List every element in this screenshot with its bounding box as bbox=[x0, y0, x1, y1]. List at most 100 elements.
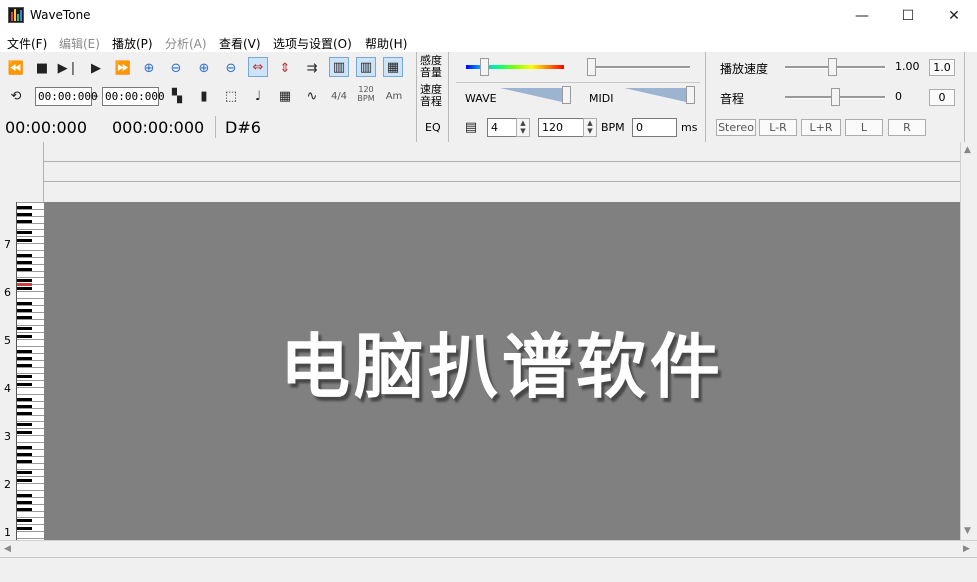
meter-button[interactable]: 4/4 bbox=[329, 86, 349, 106]
menu-analysis[interactable]: 分析(A) bbox=[165, 35, 207, 52]
black-key[interactable] bbox=[17, 431, 32, 434]
minimize-button[interactable]: — bbox=[839, 0, 885, 32]
timeline-ruler[interactable] bbox=[44, 142, 960, 202]
channel-l-plus-r-button[interactable]: L+R bbox=[801, 119, 841, 136]
menu-help[interactable]: 帮助(H) bbox=[365, 35, 407, 52]
close-button[interactable]: ✕ bbox=[931, 0, 977, 32]
fit-width-button[interactable]: ⇔ bbox=[248, 57, 268, 77]
horizontal-scrollbar[interactable]: ◀ ▶ bbox=[0, 540, 977, 557]
tab-sensitivity-volume[interactable]: 感度 音量 bbox=[420, 55, 446, 79]
channel-r-button[interactable]: R bbox=[888, 119, 926, 136]
piano-keys[interactable] bbox=[16, 202, 44, 540]
loop-button[interactable]: ⟲ bbox=[6, 86, 26, 106]
loop-start-time-input[interactable]: 00:00:000 bbox=[35, 87, 98, 106]
play-button[interactable]: ▶ bbox=[86, 58, 106, 78]
zoom-in-vertical-button[interactable]: ⊕ bbox=[194, 58, 214, 78]
zoom-in-vertical-icon: ⊕ bbox=[198, 60, 210, 76]
piano-keyboard[interactable]: 7 6 5 4 3 2 1 bbox=[0, 202, 44, 540]
white-key-divider bbox=[17, 277, 44, 279]
watermark-text: 电脑扒谱软件 bbox=[280, 325, 724, 408]
zoom-out-vertical-button[interactable]: ⊖ bbox=[221, 58, 241, 78]
tempo-button[interactable]: 120 BPM bbox=[356, 84, 376, 104]
sensitivity-slider-thumb[interactable] bbox=[480, 58, 489, 76]
spectrum-canvas[interactable]: 电脑扒谱软件 bbox=[44, 202, 960, 540]
black-key[interactable] bbox=[17, 335, 32, 338]
loop-end-time-input[interactable]: 00:00:000 bbox=[102, 87, 165, 106]
scroll-right-icon[interactable]: ▶ bbox=[963, 544, 970, 554]
black-key[interactable] bbox=[17, 383, 32, 386]
offset-input[interactable]: 0 bbox=[632, 118, 677, 137]
white-key-divider bbox=[17, 510, 44, 512]
pitch-reset-button[interactable]: 0 bbox=[929, 89, 955, 106]
menu-options[interactable]: 选项与设置(O) bbox=[273, 35, 352, 52]
black-key[interactable] bbox=[17, 287, 32, 290]
beat-grid-icon: ▤ bbox=[464, 119, 478, 135]
black-key[interactable] bbox=[17, 471, 32, 474]
menu-view[interactable]: 查看(V) bbox=[219, 35, 261, 52]
black-key[interactable] bbox=[17, 519, 32, 522]
beats-input[interactable]: 4 bbox=[487, 118, 517, 137]
menu-edit[interactable]: 编辑(E) bbox=[59, 35, 100, 52]
pitch-slider-thumb[interactable] bbox=[831, 88, 840, 106]
note-button[interactable]: ♩ bbox=[248, 86, 268, 106]
white-key-divider bbox=[17, 531, 44, 533]
play-icon: ▶ bbox=[91, 60, 101, 76]
scroll-down-icon[interactable]: ▼ bbox=[964, 526, 971, 536]
tab-speed-pitch[interactable]: 速度 音程 bbox=[420, 84, 446, 108]
select-range-button[interactable]: ⬚ bbox=[221, 86, 241, 106]
key-button[interactable]: Am bbox=[384, 86, 404, 106]
stop-button[interactable]: ■ bbox=[32, 58, 52, 78]
beats-spinner[interactable]: ▲ ▼ bbox=[516, 118, 530, 137]
channel-l-button[interactable]: L bbox=[845, 119, 883, 136]
menu-play[interactable]: 播放(P) bbox=[112, 35, 153, 52]
layout-button[interactable]: ▚ bbox=[167, 86, 187, 106]
menu-file[interactable]: 文件(F) bbox=[7, 35, 47, 52]
zoom-out-horizontal-button[interactable]: ⊖ bbox=[166, 58, 186, 78]
time-range-dash: – bbox=[93, 89, 99, 102]
white-key-divider bbox=[17, 476, 44, 478]
black-key[interactable] bbox=[17, 239, 32, 242]
black-key[interactable] bbox=[17, 527, 32, 530]
volume-slider-thumb[interactable] bbox=[587, 58, 596, 76]
black-key[interactable] bbox=[17, 279, 32, 282]
channel-l-minus-r-button[interactable]: L-R bbox=[759, 119, 797, 136]
playback-speed-slider-thumb[interactable] bbox=[828, 58, 837, 76]
channel-stereo-button[interactable]: Stereo bbox=[716, 119, 756, 136]
grid-button[interactable]: ▦ bbox=[275, 86, 295, 106]
midi-volume-thumb[interactable] bbox=[686, 86, 695, 104]
black-key[interactable] bbox=[17, 479, 32, 482]
fit-height-button[interactable]: ⇕ bbox=[275, 58, 295, 78]
black-key[interactable] bbox=[17, 375, 32, 378]
bpm-input[interactable]: 120 bbox=[538, 118, 584, 137]
pause-button[interactable]: ▶❘ bbox=[58, 58, 79, 78]
view-wave-button[interactable]: ▥ bbox=[356, 57, 376, 77]
playback-speed-reset-button[interactable]: 1.0 bbox=[929, 59, 955, 76]
octave-label: 1 bbox=[4, 526, 11, 539]
fast-forward-button[interactable]: ⏩ bbox=[113, 58, 133, 78]
white-key-divider bbox=[17, 359, 44, 361]
volume-slider-track[interactable] bbox=[590, 66, 690, 69]
octave-label: 7 bbox=[4, 238, 11, 251]
beat-grid-button[interactable]: ▤ bbox=[461, 117, 481, 137]
tab-eq[interactable]: EQ bbox=[425, 122, 441, 134]
black-key[interactable] bbox=[17, 231, 32, 234]
curve-button[interactable]: ∿ bbox=[302, 86, 322, 106]
vertical-scrollbar[interactable]: ▲ ▼ bbox=[960, 142, 977, 540]
maximize-button[interactable]: ☐ bbox=[885, 0, 931, 32]
bpm-spinner[interactable]: ▲ ▼ bbox=[583, 118, 597, 137]
marker-button[interactable]: ▮ bbox=[194, 86, 214, 106]
wave-volume-thumb[interactable] bbox=[562, 86, 571, 104]
white-key-divider bbox=[17, 318, 44, 320]
scroll-left-icon[interactable]: ◀ bbox=[4, 544, 11, 554]
position-time: 00:00:000 bbox=[5, 118, 88, 137]
black-key[interactable] bbox=[17, 423, 32, 426]
zoom-in-horizontal-button[interactable]: ⊕ bbox=[139, 58, 159, 78]
rewind-button[interactable]: ⏪ bbox=[6, 58, 26, 78]
view-score-button[interactable]: ▦ bbox=[383, 57, 403, 77]
follow-playback-button[interactable]: ⇉ bbox=[302, 58, 322, 78]
current-note: D#6 bbox=[225, 118, 261, 137]
scroll-up-icon[interactable]: ▲ bbox=[964, 145, 971, 155]
view-spectrum-button[interactable]: ▥ bbox=[329, 57, 349, 77]
white-key-divider bbox=[17, 304, 44, 306]
black-key[interactable] bbox=[17, 327, 32, 330]
